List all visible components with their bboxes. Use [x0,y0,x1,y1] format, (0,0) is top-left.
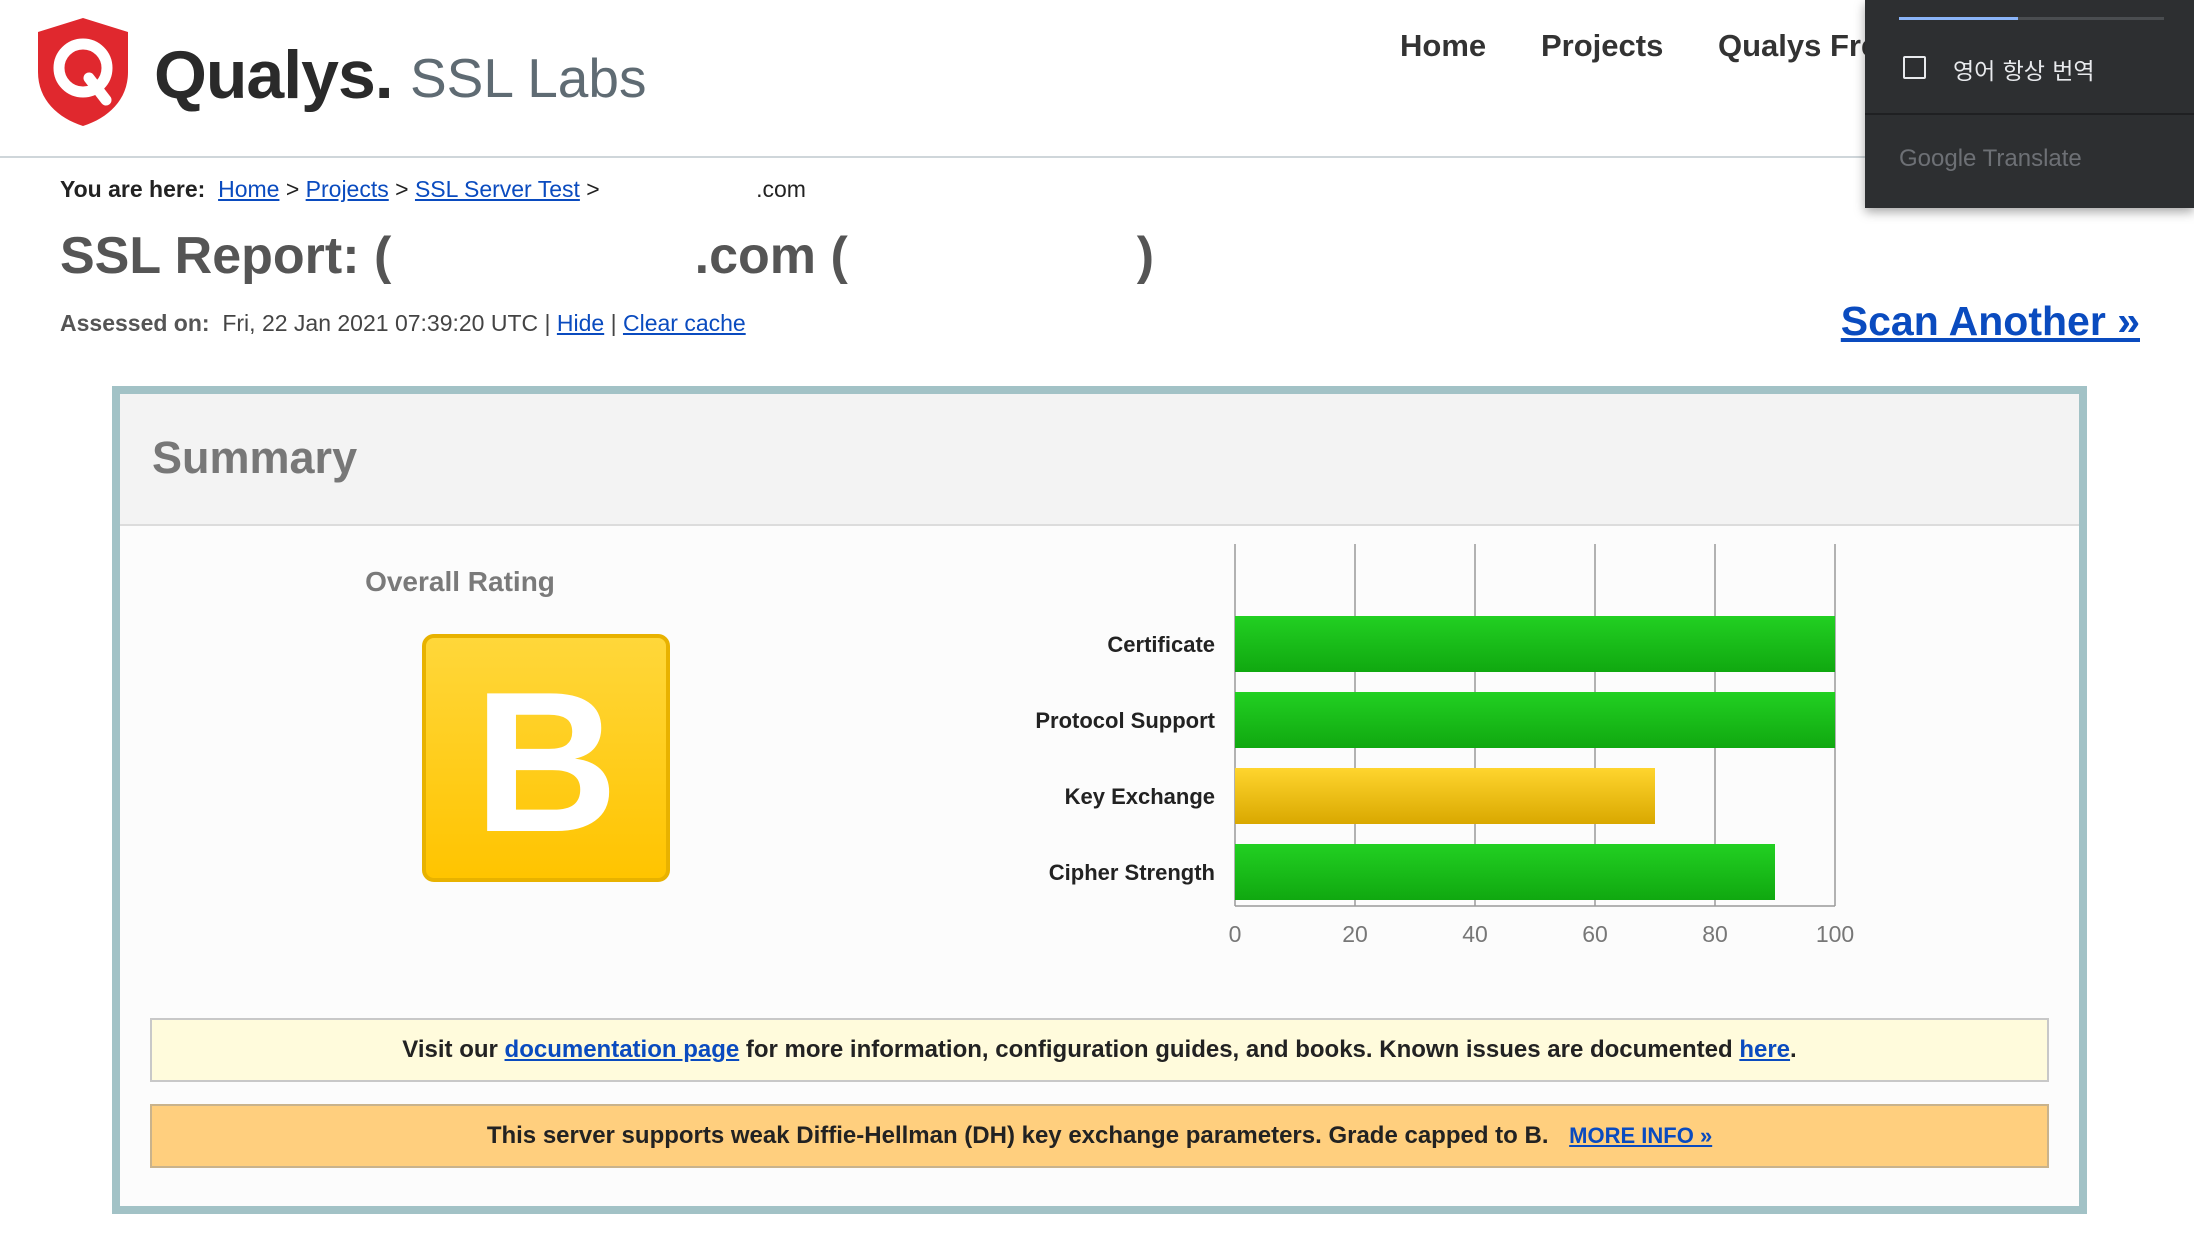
rating-bar-chart: Certificate Protocol Support Key Exchange C… [1035,544,1854,947]
qualys-shield-icon[interactable] [34,16,132,128]
chart-bar-cipher-strength [1235,844,1775,900]
chart-tick-label: 60 [1582,921,1608,947]
breadcrumb-current: .com [756,176,806,202]
brand-subtitle[interactable]: SSL Labs [410,46,646,110]
known-issues-link[interactable]: here [1739,1036,1790,1063]
scan-another-link[interactable]: Scan Another » [1841,298,2140,345]
dh-warning-notice: This server supports weak Diffie-Hellman… [150,1104,2049,1168]
nav-projects[interactable]: Projects [1541,28,1663,64]
doc-notice-prefix: Visit our [402,1036,498,1063]
chart-category-label: Certificate [1107,632,1215,657]
breadcrumb-separator: > [285,176,300,202]
breadcrumb-projects[interactable]: Projects [306,176,389,202]
page-title: SSL Report: ( .com ( ) [60,227,1155,285]
hide-link[interactable]: Hide [557,310,604,336]
nav-home[interactable]: Home [1400,28,1486,64]
clear-cache-link[interactable]: Clear cache [623,310,746,336]
documentation-page-link[interactable]: documentation page [505,1036,740,1063]
chart-tick-label: 0 [1229,921,1242,947]
more-info-link[interactable]: MORE INFO » [1569,1123,1712,1148]
breadcrumb-separator: > [586,176,600,202]
documentation-notice: Visit our documentation page for more in… [150,1018,2049,1082]
breadcrumb-ssl-server-test[interactable]: SSL Server Test [415,176,580,202]
always-translate-checkbox[interactable] [1903,56,1926,79]
assessed-value: Fri, 22 Jan 2021 07:39:20 UTC | [222,310,551,336]
google-translate-brand: Google Translate [1899,145,2082,172]
always-translate-label[interactable]: 영어 항상 번역 [1953,52,2095,86]
chart-bar-key-exchange [1235,768,1655,824]
translate-progress-fill [1899,17,2019,20]
translate-divider [1865,113,2194,115]
doc-notice-suffix: . [1790,1036,1797,1063]
breadcrumb-label: You are here: [60,176,206,202]
chart-tick-label: 80 [1702,921,1728,947]
assessed-label: Assessed on: [60,310,210,336]
chart-category-label: Protocol Support [1035,708,1215,733]
assessed-separator: | [610,310,617,336]
chart-category-label: Key Exchange [1065,784,1215,809]
chart-tick-label: 40 [1462,921,1488,947]
translate-progress-bar [1899,17,2164,20]
google-translate-popup: 영어 항상 번역 Google Translate [1865,0,2194,208]
doc-notice-middle: for more information, configuration guid… [745,1036,1733,1063]
breadcrumb: You are here: Home > Projects > SSL Serv… [60,176,806,203]
assessed-on: Assessed on: Fri, 22 Jan 2021 07:39:20 U… [60,310,746,337]
chart-tick-label: 100 [1816,921,1854,947]
breadcrumb-separator: > [395,176,409,202]
chart-tick-label: 20 [1342,921,1368,947]
summary-panel: Summary Overall Rating B Certificate Prot… [112,386,2087,1214]
nav-qualys-free-trial[interactable]: Qualys Fre [1718,28,1878,64]
chart-category-label: Cipher Strength [1049,860,1215,885]
chart-bar-certificate [1235,616,1835,672]
breadcrumb-home[interactable]: Home [218,176,279,202]
brand-name[interactable]: Qualys. [154,36,394,114]
dh-warning-text: This server supports weak Diffie-Hellman… [486,1122,1549,1149]
chart-bar-protocol-support [1235,692,1835,748]
